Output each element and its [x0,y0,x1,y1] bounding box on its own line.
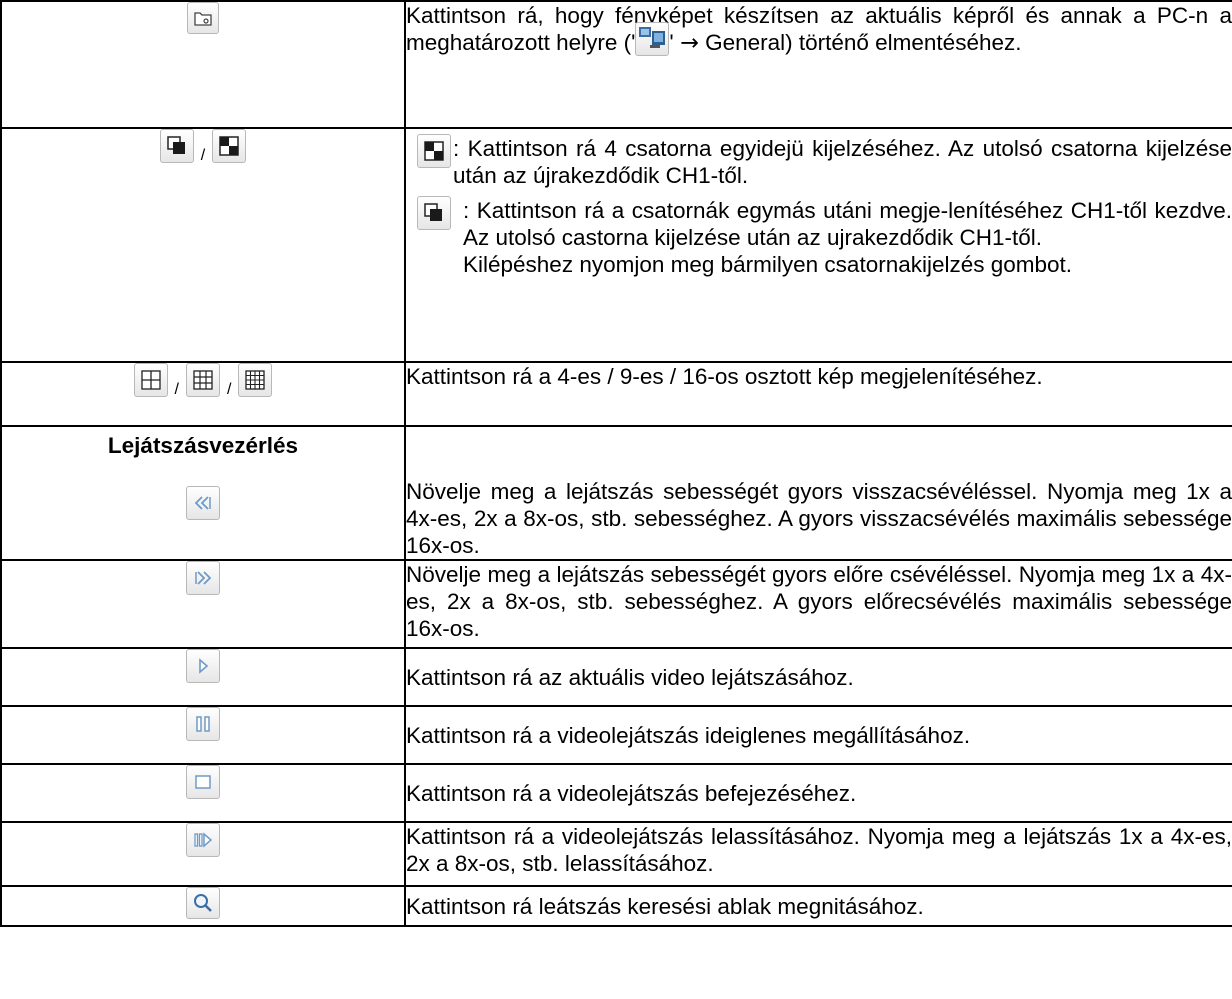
table-row: Kattintson rá a videolejátszás lelassítá… [0,821,1232,887]
description-cell: : Kattintson rá 4 csatorna egyidejü kije… [404,127,1232,363]
icon-cell: / [0,127,406,363]
icon-cell: / / [0,361,406,427]
stop-icon[interactable] [186,765,220,799]
sequence-item: : Kattintson rá a csatornák egymás utáni… [417,196,1232,278]
icon-cell [0,0,406,129]
table-row: / : Kattintson rá 4 csatorna egyidejü ki… [0,127,1232,363]
table-row: Kattintson rá a videolejátszás befejezés… [0,763,1232,823]
icon-cell [0,885,406,927]
description-cell: Kattintson rá a videolejátszás lelassítá… [404,821,1232,887]
quad-view-icon [417,134,451,168]
table-row: Kattintson rá leátszás keresési ablak me… [0,885,1232,927]
slow-play-icon[interactable] [186,823,220,857]
exit-instruction: Kilépéshez nyomjon meg bármilyen csatorn… [463,252,1073,277]
grid-9-icon[interactable] [186,363,220,397]
description-cell: Kattintson rá, hogy fényképet készítsen … [404,0,1232,129]
sequence-description: : Kattintson rá a csatornák egymás utáni… [463,198,1232,250]
icon-cell [0,705,406,765]
stop-description: Kattintson rá a videolejátszás befejezés… [406,780,857,806]
description-cell: Növelje meg a lejátszás sebességét gyors… [404,425,1232,561]
pause-icon[interactable] [186,707,220,741]
fast-forward-description: Növelje meg a lejátszás sebességét gyors… [406,562,1232,641]
table-row: Kattintson rá a videolejátszás ideiglene… [0,705,1232,765]
separator: / [227,381,232,399]
rewind-icon[interactable] [186,486,220,520]
quad-description: : Kattintson rá 4 csatorna egyidejü kije… [453,136,1232,188]
pause-description: Kattintson rá a videolejátszás ideiglene… [406,722,971,748]
separator: / [200,147,206,165]
description-cell: Növelje meg a lejátszás sebességét gyors… [404,559,1232,649]
fast-forward-icon[interactable] [186,561,220,595]
icon-cell [0,821,406,887]
grid-16-icon[interactable] [238,363,273,397]
slow-play-description: Kattintson rá a videolejátszás lelassítá… [406,824,1232,876]
description-cell: Kattintson rá a videolejátszás befejezés… [404,763,1232,823]
sequence-icon [417,196,451,230]
table-row: Növelje meg a lejátszás sebességét gyors… [0,559,1232,649]
grid-4-icon[interactable] [133,363,168,397]
description-cell: Kattintson rá leátszás keresési ablak me… [404,885,1232,927]
folder-snapshot-icon[interactable] [187,2,219,34]
quad-view-icon[interactable] [212,129,247,163]
description-cell: Kattintson rá a videolejátszás ideiglene… [404,705,1232,765]
table-row: Kattintson rá az aktuális video lejátszá… [0,647,1232,707]
table-row: Kattintson rá, hogy fényképet készítsen … [0,0,1232,129]
icon-cell [0,763,406,823]
description-cell: Kattintson rá a 4-es / 9-es / 16-os oszt… [404,361,1232,427]
separator: / [174,381,179,399]
icon-cell [0,559,406,649]
table-row: / / Kattintson rá a 4-es / 9-es / 16-os … [0,361,1232,427]
section-heading: Lejátszásvezérlés [107,433,299,458]
search-description: Kattintson rá leátszás keresési ablak me… [406,893,924,919]
sequence-icon[interactable] [159,129,194,163]
snapshot-description: Kattintson rá, hogy fényképet készítsen … [406,3,1232,56]
description-cell: Kattintson rá az aktuális video lejátszá… [404,647,1232,707]
rewind-description: Növelje meg a lejátszás sebességét gyors… [406,479,1232,558]
play-icon[interactable] [186,649,220,683]
play-description: Kattintson rá az aktuális video lejátszá… [406,664,854,690]
icon-cell: Lejátszásvezérlés [0,425,406,561]
pc-settings-icon [635,22,670,56]
grid-description: Kattintson rá a 4-es / 9-es / 16-os oszt… [406,364,1043,389]
button-reference-table: Kattintson rá, hogy fényképet készítsen … [0,0,1232,927]
icon-cell [0,647,406,707]
quad-item: : Kattintson rá 4 csatorna egyidejü kije… [417,134,1232,189]
search-icon[interactable] [186,887,220,919]
table-row: Lejátszásvezérlés Növelje meg a lejátszá… [0,425,1232,561]
